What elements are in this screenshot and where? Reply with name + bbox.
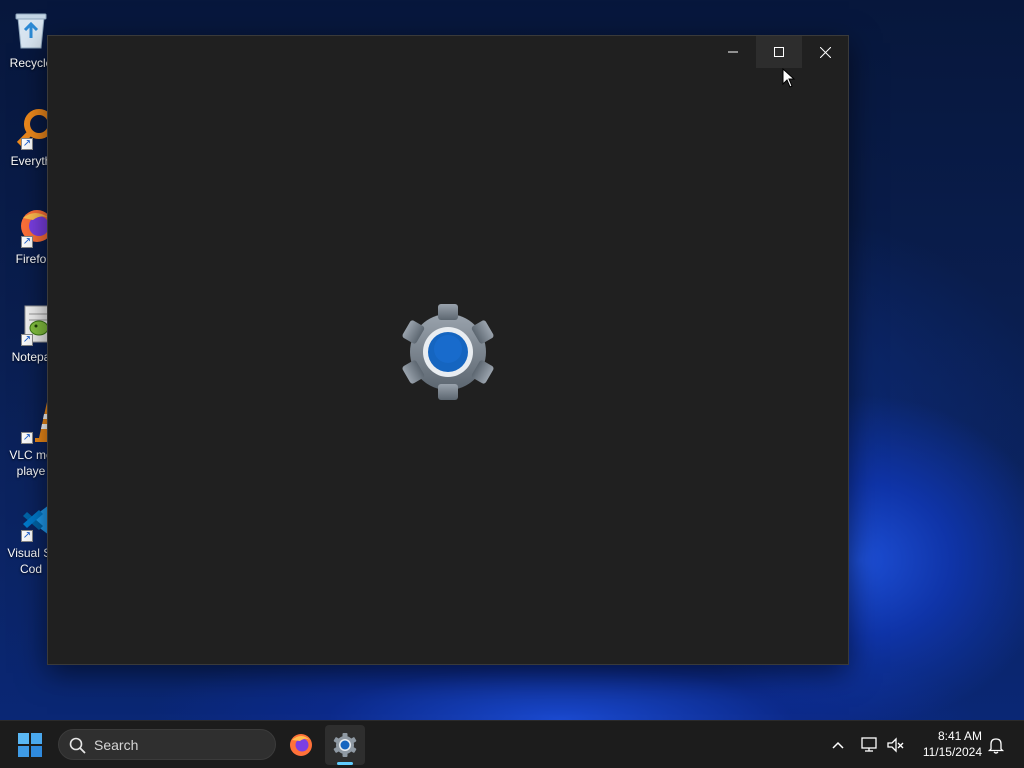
shortcut-arrow-icon: ↗ [21,432,33,444]
shortcut-arrow-icon: ↗ [21,530,33,542]
volume-muted-icon [887,737,904,753]
show-hidden-icons-button[interactable] [828,735,848,755]
shortcut-arrow-icon: ↗ [21,138,33,150]
search-icon [69,737,86,754]
search-placeholder: Search [94,737,139,753]
taskbar-clock[interactable]: 8:41 AM 11/15/2024 [912,728,982,760]
shortcut-arrow-icon: ↗ [21,334,33,346]
settings-gear-icon [333,733,357,757]
close-button[interactable] [802,36,848,68]
notifications-button[interactable] [986,735,1006,755]
network-status-button[interactable] [860,735,880,755]
taskbar: Search 8:41 AM 11/15/2024 [0,720,1024,768]
mouse-cursor-icon [782,67,796,88]
start-button[interactable] [18,733,42,757]
chevron-up-icon [832,741,844,749]
minimize-icon [728,51,738,53]
maximize-button[interactable] [756,36,802,68]
firefox-icon [290,734,312,756]
taskbar-app-settings[interactable] [325,725,365,765]
minimize-button[interactable] [710,36,756,68]
taskbar-app-firefox[interactable] [281,725,321,765]
network-icon [861,737,877,752]
bell-icon [987,738,1005,754]
volume-button[interactable] [886,735,906,755]
maximize-icon [774,47,784,57]
windows-logo-icon [18,733,42,757]
active-app-indicator [337,762,353,765]
taskbar-search-box[interactable]: Search [58,729,276,760]
shortcut-arrow-icon: ↗ [21,236,33,248]
settings-window[interactable] [47,35,849,665]
close-icon [819,46,831,58]
clock-time: 8:41 AM [937,729,982,743]
clock-date: 11/15/2024 [922,745,982,759]
desktop: Recycle ↗ Everyth ↗ Firefo ↗ Notepa ↗ VL… [0,0,1024,720]
settings-gear-icon [398,304,498,400]
